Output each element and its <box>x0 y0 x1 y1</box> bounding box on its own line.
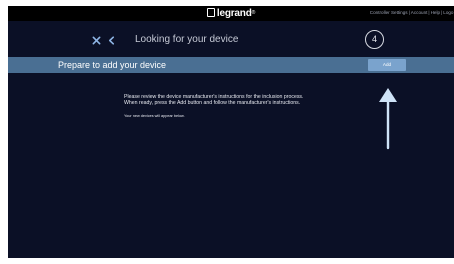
top-links: Controller Settings|Account|Help|Logo <box>369 9 454 17</box>
close-icon[interactable] <box>92 36 101 45</box>
instructions: Please review the device manufacturer's … <box>124 94 384 107</box>
add-button[interactable]: Add <box>368 59 406 71</box>
brand-registered-mark: ® <box>251 10 256 16</box>
prepare-bar: Prepare to add your device Add <box>8 57 454 73</box>
page-title: Looking for your device <box>135 34 239 45</box>
prepare-label: Prepare to add your device <box>58 60 167 70</box>
top-link-separator: | <box>428 10 430 15</box>
annotation-arrow-up-icon <box>379 88 397 150</box>
page-header: Looking for your device 4 <box>8 21 454 57</box>
top-bar: legrand® Controller Settings|Account|Hel… <box>8 6 454 21</box>
legrand-logo-icon <box>206 8 215 17</box>
device-list-note: Your new devices will appear below. <box>124 114 185 118</box>
link-logo[interactable]: Logo <box>443 10 453 15</box>
top-link-separator: | <box>408 10 410 15</box>
link-controller-settings[interactable]: Controller Settings <box>370 10 408 15</box>
link-account[interactable]: Account <box>411 10 428 15</box>
chevron-left-icon[interactable] <box>108 36 115 45</box>
brand-name: legrand <box>216 8 252 19</box>
instruction-line-2: When ready, press the Add button and fol… <box>124 99 301 106</box>
app-window: legrand® Controller Settings|Account|Hel… <box>8 6 454 258</box>
link-help[interactable]: Help <box>431 10 440 15</box>
step-badge: 4 <box>365 30 384 49</box>
